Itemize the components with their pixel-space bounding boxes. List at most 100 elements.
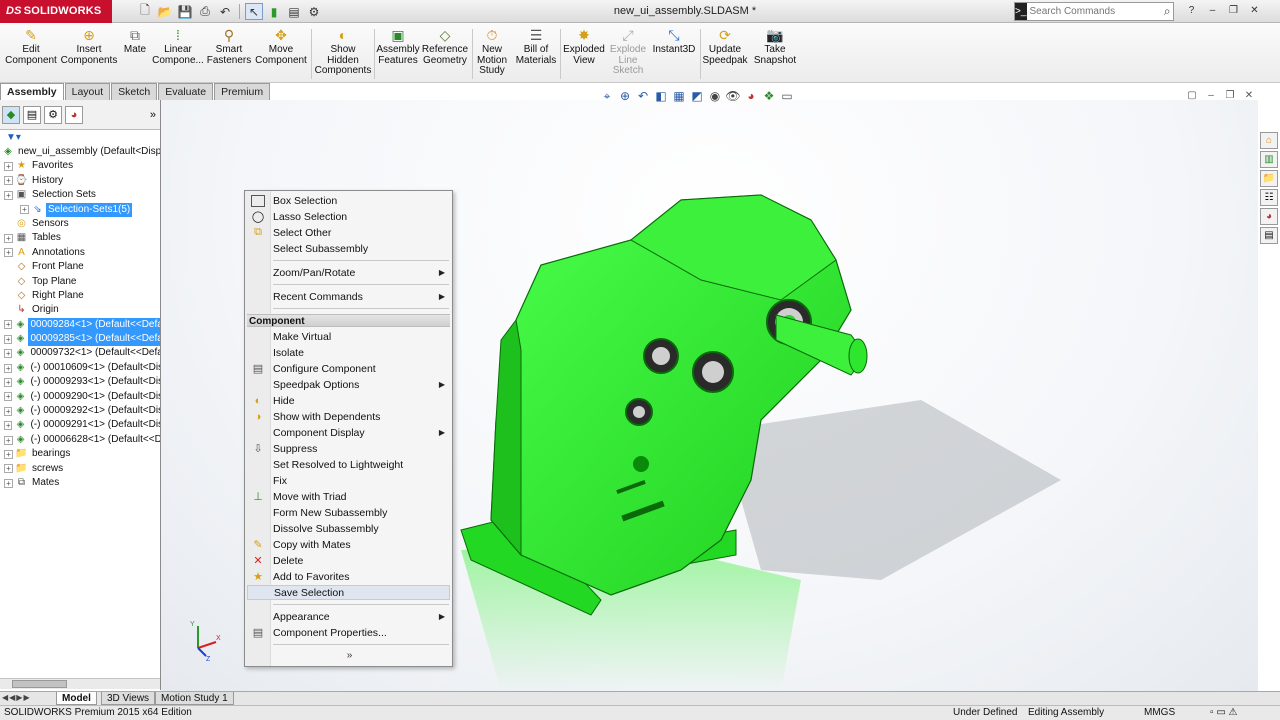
tab-premium[interactable]: Premium (214, 83, 271, 100)
menu-item-recent-commands[interactable]: Recent Commands ▶ (247, 289, 450, 304)
hide-show-items-icon[interactable]: 👁 (725, 89, 740, 103)
tab-motion-study[interactable]: Motion Study 1 (155, 692, 234, 705)
viewport-restore-icon[interactable]: ❐ (1224, 89, 1236, 101)
viewport-close-icon[interactable]: ✕ (1243, 89, 1255, 101)
new-document-icon[interactable]: 🗋 (136, 3, 154, 20)
restore-icon[interactable]: ❐ (1226, 3, 1241, 18)
expand-plus-icon[interactable]: + (4, 406, 13, 416)
display-manager-tab-icon[interactable]: ◕ (65, 105, 83, 124)
tab-evaluate[interactable]: Evaluate (158, 83, 214, 100)
expand-plus-icon[interactable]: + (4, 421, 13, 431)
help-icon[interactable]: ? (1184, 3, 1199, 18)
reference-geometry-button[interactable]: ◇ Reference Geometry (421, 26, 469, 82)
menu-item-hide[interactable]: ◐ Hide (247, 393, 450, 408)
menu-item-save-selection[interactable]: Save Selection (247, 585, 450, 600)
tree-item[interactable]: ◇ Front Plane (0, 260, 160, 274)
menu-item-select-subassembly[interactable]: Select Subassembly (247, 241, 450, 256)
menu-item-add-to-favorites[interactable]: ★ Add to Favorites (247, 569, 450, 584)
solidworks-logo[interactable]: DS SOLIDWORKS (0, 0, 112, 23)
tab-assembly[interactable]: Assembly (0, 83, 64, 100)
tree-item[interactable]: + ◈ (-) 00009291<1> (Default<Disp (0, 418, 160, 432)
mate-button[interactable]: ⧉ Mate (120, 26, 150, 82)
tab-model[interactable]: Model (56, 692, 97, 705)
tree-item[interactable]: + ▦ Tables (0, 231, 160, 245)
exploded-view-button[interactable]: ✸ Exploded View (562, 26, 606, 82)
search-icon[interactable]: ⌕ (1162, 4, 1174, 19)
view-palette-icon[interactable]: ☷ (1260, 189, 1278, 206)
scrollbar-thumb[interactable] (12, 680, 67, 688)
design-library-icon[interactable]: ▥ (1260, 151, 1278, 168)
solidworks-resources-icon[interactable]: ⌂ (1260, 132, 1278, 149)
tree-item[interactable]: + ◈ (-) 00009293<1> (Default<Disp (0, 375, 160, 389)
instant3d-button[interactable]: ⤡ Instant3D (650, 26, 698, 82)
apply-scene-icon[interactable]: ❖ (762, 89, 776, 103)
tree-item[interactable]: + 📁 bearings (0, 447, 160, 461)
tree-horizontal-scrollbar[interactable] (0, 678, 160, 689)
expand-plus-icon[interactable]: + (4, 248, 13, 258)
tree-item[interactable]: + 📁 screws (0, 462, 160, 476)
menu-item-set-resolved-lightweight[interactable]: Set Resolved to Lightweight (247, 457, 450, 472)
view-settings-icon[interactable]: ▭ (780, 89, 794, 103)
dynamic-annotation-icon[interactable]: ▦ (672, 89, 686, 103)
menu-item-suppress[interactable]: ⇩ Suppress (247, 441, 450, 456)
tree-item[interactable]: + ◈ 00009732<1> (Default<<Defau (0, 346, 160, 360)
linear-component-pattern-button[interactable]: ⁞ Linear Compone... (152, 26, 204, 82)
expand-plus-icon[interactable]: + (4, 176, 13, 186)
new-motion-study-button[interactable]: ⏱ New Motion Study (474, 26, 510, 82)
update-speedpak-button[interactable]: ⟳ Update Speedpak (702, 26, 748, 82)
tree-item[interactable]: + ◈ 00009285<1> (Default<<Defau (0, 332, 160, 347)
menu-item-box-selection[interactable]: Box Selection (247, 193, 450, 208)
expand-panel-icon[interactable]: » (150, 109, 156, 121)
tree-item[interactable]: + ◈ (-) 00009290<1> (Default<Disp (0, 390, 160, 404)
previous-view-icon[interactable]: ↶ (636, 89, 650, 103)
close-icon[interactable]: ✕ (1247, 3, 1262, 18)
rebuild-traffic-light-icon[interactable]: ▮ (265, 3, 283, 20)
show-hidden-components-button[interactable]: ◐ Show Hidden Components (314, 26, 372, 82)
take-snapshot-button[interactable]: 📷 Take Snapshot (752, 26, 798, 82)
tab-layout[interactable]: Layout (64, 83, 111, 100)
menu-item-form-new-subassembly[interactable]: Form New Subassembly (247, 505, 450, 520)
tree-item[interactable]: + ⧉ Mates (0, 476, 160, 490)
menu-item-lasso-selection[interactable]: ◯ Lasso Selection (247, 209, 450, 224)
expand-plus-icon[interactable]: + (4, 349, 13, 359)
property-manager-tab-icon[interactable]: ▤ (23, 105, 41, 124)
print-icon[interactable]: ⎙ (196, 3, 214, 20)
viewport-tile-icon[interactable]: ▢ (1186, 89, 1198, 101)
tree-item[interactable]: + ◈ (-) 00010609<1> (Default<Disp (0, 361, 160, 375)
expand-plus-icon[interactable]: + (4, 449, 13, 459)
options-gear-icon[interactable]: ⚙ (305, 3, 323, 20)
viewport-minimize-icon[interactable]: – (1205, 89, 1217, 101)
expand-plus-icon[interactable]: + (4, 162, 13, 172)
configuration-manager-tab-icon[interactable]: ⚙ (44, 105, 62, 124)
edit-component-button[interactable]: ✎ Edit Component (4, 26, 58, 82)
custom-properties-icon[interactable]: ▤ (1260, 227, 1278, 244)
assembly-features-button[interactable]: ▣ Assembly Features (376, 26, 419, 82)
menu-item-dissolve-subassembly[interactable]: Dissolve Subassembly (247, 521, 450, 536)
view-orientation-icon[interactable]: ◩ (690, 89, 704, 103)
move-component-button[interactable]: ✥ Move Component (254, 26, 308, 82)
menu-item-make-virtual[interactable]: Make Virtual (247, 329, 450, 344)
search-commands-box[interactable]: >_ ⌕ (1014, 2, 1174, 21)
tree-item[interactable]: ◎ Sensors (0, 217, 160, 231)
menu-item-move-with-triad[interactable]: ⊥ Move with Triad (247, 489, 450, 504)
select-pointer-icon[interactable]: ↖ (245, 3, 263, 20)
appearances-icon[interactable]: ◕ (1260, 208, 1278, 225)
tab-3d-views[interactable]: 3D Views (101, 692, 156, 705)
zoom-to-area-icon[interactable]: ⊕ (618, 89, 632, 103)
minimize-icon[interactable]: – (1205, 3, 1220, 18)
menu-item-zoom-pan-rotate[interactable]: Zoom/Pan/Rotate ▶ (247, 265, 450, 280)
tree-item[interactable]: ◇ Top Plane (0, 275, 160, 289)
tree-item[interactable]: + ◈ 00009284<1> (Default<<Defau (0, 317, 160, 333)
menu-item-component-display[interactable]: Component Display ▶ (247, 425, 450, 440)
expand-plus-icon[interactable]: + (4, 234, 13, 244)
expand-plus-icon[interactable]: + (4, 377, 13, 387)
expand-plus-icon[interactable]: + (4, 320, 13, 330)
expand-plus-icon[interactable]: + (20, 205, 29, 215)
tab-navigation-arrows[interactable]: ◀◀▶▶ (2, 693, 31, 702)
tree-item[interactable]: + ◈ (-) 00006628<1> (Default<<De (0, 433, 160, 447)
tree-root-assembly[interactable]: ◈ new_ui_assembly (Default<Displa (0, 145, 160, 159)
menu-item-fix[interactable]: Fix (247, 473, 450, 488)
smart-fasteners-button[interactable]: ⚲ Smart Fasteners (206, 26, 252, 82)
status-units[interactable]: MMGS (1144, 706, 1175, 720)
edit-appearance-icon[interactable]: ◕ (744, 89, 758, 103)
